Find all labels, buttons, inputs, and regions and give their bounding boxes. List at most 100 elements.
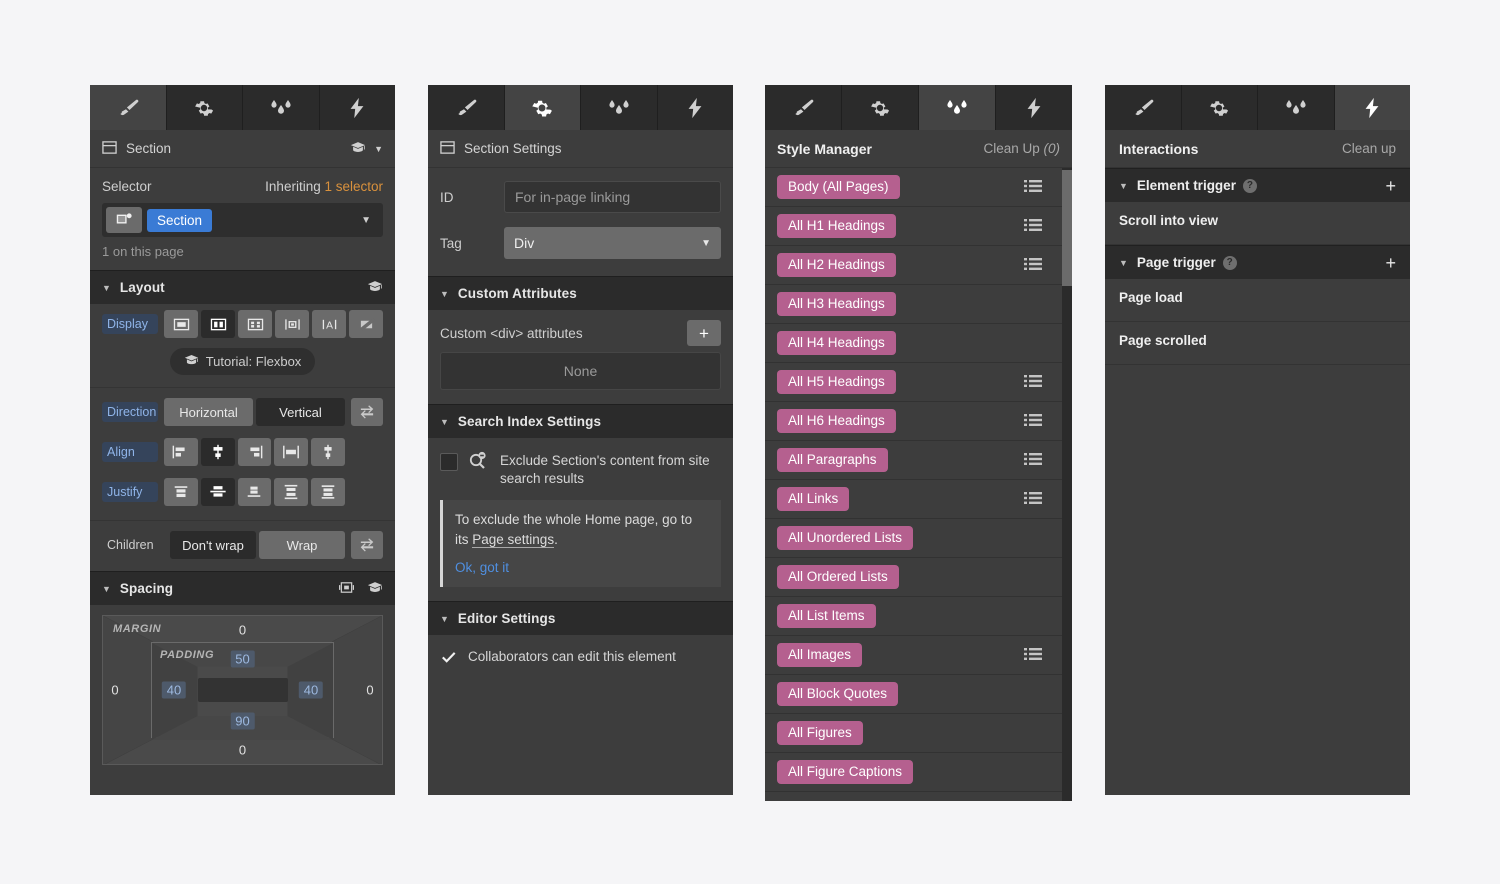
- help-icon[interactable]: ?: [1243, 179, 1257, 193]
- style-chip[interactable]: All H1 Headings: [777, 214, 896, 239]
- style-chip[interactable]: All Links: [777, 487, 849, 512]
- padding-right-value[interactable]: 40: [299, 682, 323, 699]
- tip-ok-button[interactable]: Ok, got it: [455, 558, 709, 578]
- margin-top-value[interactable]: 0: [239, 623, 246, 638]
- style-chip[interactable]: All Block Quotes: [777, 682, 898, 707]
- style-tab[interactable]: [1105, 85, 1182, 130]
- display-inline-icon[interactable]: A: [312, 310, 346, 338]
- interaction-item[interactable]: Scroll into view: [1105, 202, 1410, 245]
- children-reverse-icon[interactable]: [351, 531, 383, 559]
- style-chip[interactable]: All Figure Captions: [777, 760, 913, 785]
- align-label[interactable]: Align: [102, 442, 158, 462]
- tag-select[interactable]: Div ▼: [504, 227, 721, 259]
- align-baseline-icon[interactable]: [311, 438, 345, 466]
- id-input[interactable]: For in-page linking: [504, 181, 721, 213]
- style-list-icon[interactable]: [1024, 413, 1042, 430]
- align-stretch-icon[interactable]: [274, 438, 308, 466]
- style-manager-row[interactable]: All Ordered Lists: [765, 558, 1072, 597]
- help-icon[interactable]: ?: [1223, 256, 1237, 270]
- interactions-clean-up-button[interactable]: Clean up: [1342, 141, 1396, 156]
- style-manager-row[interactable]: All H2 Headings: [765, 246, 1072, 285]
- style-manager-row[interactable]: All H6 Headings: [765, 402, 1072, 441]
- page-settings-link[interactable]: Page settings: [472, 532, 554, 548]
- display-inline-block-icon[interactable]: [275, 310, 309, 338]
- style-tab[interactable]: [765, 85, 842, 130]
- style-chip[interactable]: All H3 Headings: [777, 292, 896, 317]
- style-chip[interactable]: All Ordered Lists: [777, 565, 899, 590]
- children-wrap-button[interactable]: Wrap: [259, 531, 345, 559]
- align-end-icon[interactable]: [238, 438, 272, 466]
- chevron-down-icon[interactable]: ▼: [374, 144, 383, 154]
- style-tab[interactable]: [428, 85, 505, 130]
- padding-bottom-value[interactable]: 90: [230, 713, 254, 730]
- style-manager-row[interactable]: All Unordered Lists: [765, 519, 1072, 558]
- style-manager-row[interactable]: All H5 Headings: [765, 363, 1072, 402]
- search-index-header[interactable]: ▼ Search Index Settings: [428, 404, 733, 438]
- align-start-icon[interactable]: [164, 438, 198, 466]
- style-manager-row[interactable]: All List Items: [765, 597, 1072, 636]
- add-trigger-button[interactable]: +: [1385, 177, 1396, 195]
- align-center-icon[interactable]: [201, 438, 235, 466]
- style-tab[interactable]: [90, 85, 167, 130]
- selector-combobox[interactable]: Section ▼: [102, 203, 383, 237]
- spacing-tutorial-cap-icon[interactable]: [367, 581, 383, 597]
- justify-space-between-icon[interactable]: [274, 478, 308, 506]
- style-manager-row[interactable]: All Links: [765, 480, 1072, 519]
- style-manager-row[interactable]: All Block Quotes: [765, 675, 1072, 714]
- justify-label[interactable]: Justify: [102, 482, 158, 502]
- clean-up-button[interactable]: Clean Up (0): [983, 141, 1060, 156]
- style-list-icon[interactable]: [1024, 218, 1042, 235]
- interactions-tab[interactable]: [996, 85, 1072, 130]
- style-list-icon[interactable]: [1024, 647, 1042, 664]
- collaborators-row[interactable]: Collaborators can edit this element: [428, 635, 733, 672]
- style-chip[interactable]: All H4 Headings: [777, 331, 896, 356]
- style-chip[interactable]: All Images: [777, 643, 862, 668]
- direction-horizontal-button[interactable]: Horizontal: [164, 398, 253, 426]
- style-chip[interactable]: All H2 Headings: [777, 253, 896, 278]
- selector-chip[interactable]: Section: [147, 209, 212, 232]
- style-manager-row[interactable]: All Paragraphs: [765, 441, 1072, 480]
- justify-space-around-icon[interactable]: [311, 478, 345, 506]
- spacing-section-header[interactable]: ▼ Spacing: [90, 571, 395, 605]
- padding-left-value[interactable]: 40: [162, 682, 186, 699]
- style-manager-scrollbar-track[interactable]: [1062, 168, 1072, 801]
- display-none-icon[interactable]: [349, 310, 383, 338]
- style-chip[interactable]: All Unordered Lists: [777, 526, 913, 551]
- style-list-icon[interactable]: [1024, 257, 1042, 274]
- add-trigger-button[interactable]: +: [1385, 254, 1396, 272]
- style-manager-tab[interactable]: [581, 85, 658, 130]
- style-list-icon[interactable]: [1024, 374, 1042, 391]
- interactions-tab[interactable]: [320, 85, 396, 130]
- style-chip[interactable]: All List Items: [777, 604, 876, 629]
- collaborators-checkbox[interactable]: [440, 648, 458, 666]
- direction-reverse-icon[interactable]: [351, 398, 383, 426]
- element-thumb-icon[interactable]: [106, 207, 142, 233]
- interactions-tab[interactable]: [1335, 85, 1411, 130]
- editor-settings-header[interactable]: ▼ Editor Settings: [428, 601, 733, 635]
- display-block-icon[interactable]: [164, 310, 198, 338]
- settings-tab[interactable]: [1182, 85, 1259, 130]
- display-grid-icon[interactable]: [238, 310, 272, 338]
- interactions-section-header[interactable]: ▼Page trigger?+: [1105, 245, 1410, 279]
- interactions-tab[interactable]: [658, 85, 734, 130]
- add-attribute-button[interactable]: +: [687, 320, 721, 346]
- interactions-section-header[interactable]: ▼Element trigger?+: [1105, 168, 1410, 202]
- settings-tab[interactable]: [842, 85, 919, 130]
- tutorial-cap-icon[interactable]: [350, 141, 366, 157]
- style-manager-row[interactable]: Body (All Pages): [765, 168, 1072, 207]
- tutorial-flexbox-button[interactable]: Tutorial: Flexbox: [170, 348, 316, 375]
- style-chip[interactable]: All H6 Headings: [777, 409, 896, 434]
- style-chip[interactable]: All Paragraphs: [777, 448, 888, 473]
- interaction-item[interactable]: Page scrolled: [1105, 322, 1410, 365]
- custom-attributes-header[interactable]: ▼ Custom Attributes: [428, 276, 733, 310]
- selector-chevron-down-icon[interactable]: ▼: [361, 215, 371, 226]
- style-list-icon[interactable]: [1024, 491, 1042, 508]
- children-dont-wrap-button[interactable]: Don't wrap: [170, 531, 256, 559]
- exclude-search-row[interactable]: Exclude Section's content from site sear…: [428, 438, 733, 494]
- exclude-search-checkbox[interactable]: [440, 453, 458, 471]
- settings-tab[interactable]: [505, 85, 582, 130]
- style-manager-row[interactable]: All H3 Headings: [765, 285, 1072, 324]
- margin-right-value[interactable]: 0: [366, 683, 373, 698]
- style-list-icon[interactable]: [1024, 179, 1042, 196]
- style-chip[interactable]: All Figures: [777, 721, 863, 746]
